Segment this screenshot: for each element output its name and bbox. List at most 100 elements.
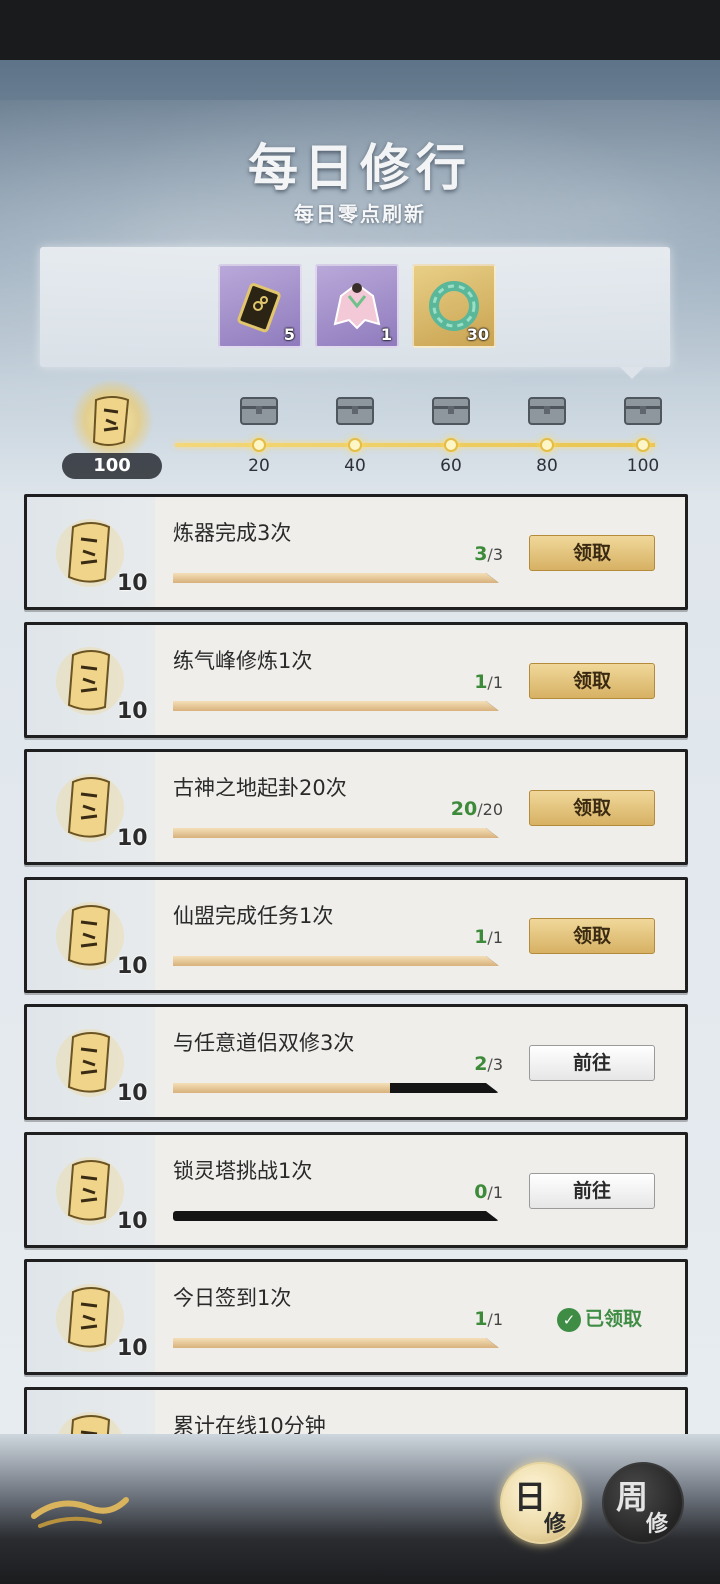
- task-row: 10 仙盟完成任务1次 1/1 领取: [24, 877, 688, 993]
- milestone-value: 60: [440, 456, 462, 476]
- task-label: 锁灵塔挑战1次: [173, 1159, 313, 1183]
- scroll-token-icon: [56, 1029, 124, 1097]
- task-progress-bar: [173, 1338, 499, 1348]
- chest-icon: [624, 397, 662, 425]
- task-progress-bar: [173, 1083, 499, 1093]
- chest-icon: [240, 397, 278, 425]
- task-label: 仙盟完成任务1次: [173, 904, 334, 928]
- task-progress-current: 1: [474, 671, 488, 693]
- milestone-value: 100: [626, 456, 660, 476]
- page-subtitle: 每日零点刷新: [294, 202, 426, 226]
- milestone-dot: [348, 438, 362, 452]
- milestone-dot: [252, 438, 266, 452]
- task-reward-amount: 10: [117, 1209, 148, 1234]
- task-progress-total: 3: [492, 1055, 503, 1074]
- go-button[interactable]: 前往: [529, 1045, 655, 1081]
- claim-button[interactable]: 领取: [529, 790, 655, 826]
- task-reward-amount: 10: [117, 699, 148, 724]
- tab-daily-big: 日: [514, 1478, 547, 1516]
- claim-button[interactable]: 领取: [529, 918, 655, 954]
- task-row: 10 与任意道侣双修3次 2/3 前往: [24, 1004, 688, 1120]
- milestone-value: 20: [248, 456, 270, 476]
- milestone-dot: [444, 438, 458, 452]
- milestone-value: 80: [536, 456, 558, 476]
- reward-jade-ring[interactable]: 30: [412, 264, 496, 348]
- claim-button[interactable]: 领取: [529, 663, 655, 699]
- task-row: 10 炼器完成3次 3/3 领取: [24, 494, 688, 610]
- reward-ticket[interactable]: 5: [218, 264, 302, 348]
- task-row: 10 今日签到1次 1/1 ✓ 已领取: [24, 1259, 688, 1375]
- reward-robe[interactable]: 1: [315, 264, 399, 348]
- task-progress-total: 1: [492, 673, 503, 692]
- tab-weekly[interactable]: 周 修: [602, 1462, 684, 1544]
- task-progress-fill: [173, 828, 499, 838]
- scroll-token-icon: [56, 1157, 124, 1225]
- milestone-value: 40: [344, 456, 366, 476]
- cloud-swirl-icon: [31, 1497, 129, 1528]
- task-progress-bar: [173, 1211, 499, 1221]
- task-progress-text: 20/20: [327, 798, 503, 820]
- task-progress-total: 20: [482, 800, 503, 819]
- chest-icon: [336, 397, 374, 425]
- ticket-icon: [237, 283, 281, 333]
- task-row: 10 锁灵塔挑战1次 0/1 前往: [24, 1132, 688, 1248]
- task-progress-text: 2/3: [327, 1053, 503, 1075]
- task-progress-total: 1: [492, 1310, 503, 1329]
- reward-count: 30: [466, 325, 489, 344]
- task-row: 10 古神之地起卦20次 20/20 领取: [24, 749, 688, 865]
- tab-daily-small: 修: [544, 1511, 567, 1537]
- task-progress-text: 0/1: [327, 1181, 503, 1203]
- task-progress-total: 3: [492, 545, 503, 564]
- task-reward-amount: 10: [117, 1336, 148, 1361]
- task-progress-text: 1/1: [327, 1308, 503, 1330]
- top-status-bar: [0, 0, 720, 60]
- task-label: 古神之地起卦20次: [173, 776, 347, 800]
- task-progress-current: 3: [474, 543, 488, 565]
- check-icon: ✓: [557, 1307, 581, 1332]
- milestone-chest[interactable]: 100: [613, 392, 673, 482]
- claimed-status: ✓ 已领取: [557, 1304, 642, 1334]
- milestone-chest[interactable]: 60: [421, 392, 481, 482]
- scroll-token-icon: [56, 519, 124, 587]
- chest-icon: [432, 397, 470, 425]
- task-label: 今日签到1次: [173, 1286, 292, 1310]
- milestone-chest[interactable]: 20: [229, 392, 289, 482]
- scroll-token-icon: [56, 774, 124, 842]
- activity-token-glow: [68, 380, 156, 460]
- task-reward-amount: 10: [117, 826, 148, 851]
- task-progress-bar: [173, 573, 499, 583]
- task-row: 10 练气峰修炼1次 1/1 领取: [24, 622, 688, 738]
- milestone-chest[interactable]: 40: [325, 392, 385, 482]
- tab-daily[interactable]: 日 修: [500, 1462, 582, 1544]
- milestone-dot: [636, 438, 650, 452]
- task-progress-current: 20: [450, 798, 478, 820]
- task-progress-current: 1: [474, 926, 488, 948]
- reward-count: 1: [380, 325, 392, 344]
- milestone-chest[interactable]: 80: [517, 392, 577, 482]
- task-progress-bar: [173, 701, 499, 711]
- scroll-token-icon: [56, 902, 124, 970]
- go-button[interactable]: 前往: [529, 1173, 655, 1209]
- task-progress-text: 1/1: [327, 671, 503, 693]
- scroll-token-icon: [92, 396, 130, 446]
- milestone-reward-panel: 5 1 30: [40, 247, 670, 379]
- scroll-token-icon: [56, 647, 124, 715]
- task-reward-amount: 10: [117, 571, 148, 596]
- task-progress-current: 0: [474, 1181, 488, 1203]
- page-title: 每日修行: [248, 138, 472, 197]
- task-progress-current: 2: [474, 1053, 488, 1075]
- claimed-label: 已领取: [585, 1308, 643, 1330]
- task-label: 炼器完成3次: [173, 521, 292, 545]
- task-progress-text: 3/3: [327, 543, 503, 565]
- task-reward-amount: 10: [117, 954, 148, 979]
- task-progress-text: 1/1: [327, 926, 503, 948]
- task-label: 练气峰修炼1次: [173, 649, 313, 673]
- reward-count: 5: [283, 325, 295, 344]
- task-progress-fill: [173, 1338, 499, 1348]
- claim-button[interactable]: 领取: [529, 535, 655, 571]
- task-progress-fill: [173, 701, 499, 711]
- chest-icon: [528, 397, 566, 425]
- scroll-token-icon: [56, 1284, 124, 1352]
- task-reward-amount: 10: [117, 1081, 148, 1106]
- task-progress-total: 1: [492, 1183, 503, 1202]
